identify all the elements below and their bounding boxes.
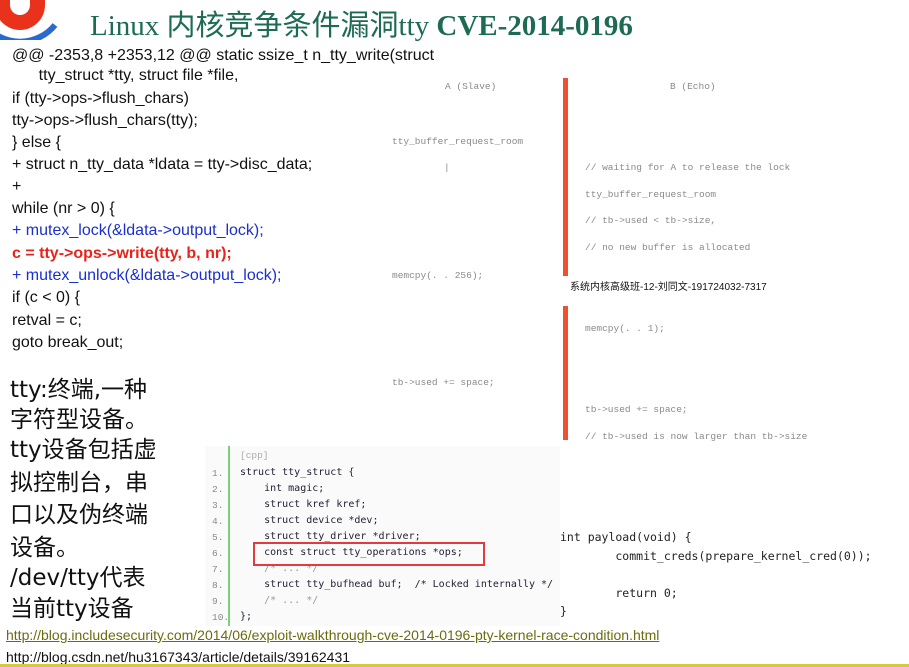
- b-line: // no new buffer is allocated: [585, 242, 751, 253]
- line-number: 7.: [212, 564, 224, 575]
- code-line: c = tty->ops->write(tty, b, nr);: [12, 245, 232, 262]
- snippet-line: struct tty_bufhead buf; /* Locked intern…: [240, 579, 554, 590]
- slide-title: Linux 内核竞争条件漏洞tty CVE-2014-0196: [90, 10, 633, 42]
- code-line: retval = c;: [12, 312, 82, 329]
- description-line: 设备。: [10, 535, 79, 561]
- code-line: while (nr > 0) {: [12, 200, 115, 217]
- description-line: tty:终端,一种: [10, 377, 148, 403]
- payload-line: int payload(void) {: [560, 530, 692, 544]
- description-line: 口以及伪终端: [10, 502, 148, 528]
- col-a-header: A (Slave): [445, 81, 497, 92]
- code-line: + mutex_unlock(&ldata->output_lock);: [12, 267, 282, 284]
- divider-bar: [563, 306, 568, 440]
- lang-label: [cpp]: [240, 450, 269, 461]
- a-line: |: [444, 162, 450, 173]
- code-line: tty->ops->flush_chars(tty);: [12, 112, 198, 129]
- code-line: + struct n_tty_data *ldata = tty->disc_d…: [12, 156, 313, 173]
- description-line: 拟控制台，串: [10, 470, 148, 496]
- description-line: tty设备包括虚: [10, 437, 157, 463]
- description-line: 当前tty设备: [10, 596, 134, 622]
- a-line: tty_buffer_request_room: [392, 136, 524, 147]
- code-line: +: [12, 178, 22, 195]
- code-line: } else {: [12, 134, 61, 151]
- line-number: 2.: [212, 484, 224, 495]
- line-number: 6.: [212, 548, 224, 559]
- description-line: /dev/tty代表: [10, 565, 146, 591]
- description-line: 字符型设备。: [10, 407, 148, 433]
- payload-line: return 0;: [560, 586, 678, 600]
- payload-line: commit_creds(prepare_kernel_cred(0));: [560, 549, 872, 563]
- snippet-line: int magic;: [240, 483, 325, 494]
- payload-line: }: [560, 604, 567, 618]
- gutter-line: [228, 446, 230, 626]
- a-line: memcpy(. . 256);: [392, 270, 484, 281]
- code-line: goto break_out;: [12, 334, 124, 351]
- logo: [0, 0, 58, 40]
- snippet-line: struct tty_driver *driver;: [240, 531, 421, 542]
- line-number: 9.: [212, 596, 224, 607]
- watermark-text: 系统内核高级班-12-刘同文-191724032-7317: [570, 282, 767, 293]
- b-line: // tb->used < tb->size,: [585, 215, 717, 226]
- code-line: @@ -2353,8 +2353,12 @@ static ssize_t n_…: [12, 47, 435, 64]
- code-line: if (c < 0) {: [12, 289, 81, 306]
- snippet-line: };: [240, 611, 253, 622]
- snippet-line: /* ... */: [240, 595, 319, 606]
- divider-bar: [563, 78, 568, 276]
- line-number: 8.: [212, 580, 224, 591]
- reference-link[interactable]: http://blog.csdn.net/hu3167343/article/d…: [6, 649, 350, 665]
- code-line: tty_struct *tty, struct file *file,: [12, 67, 239, 84]
- code-line: if (tty->ops->flush_chars): [12, 90, 189, 107]
- b-line: // tb->used is now larger than tb->size: [585, 431, 808, 442]
- line-number: 5.: [212, 532, 224, 543]
- code-line: + mutex_lock(&ldata->output_lock);: [12, 222, 264, 239]
- line-number: 10.: [212, 612, 230, 623]
- snippet-line: struct kref kref;: [240, 499, 367, 510]
- line-number: 1.: [212, 468, 224, 479]
- b-line: // waiting for A to release the lock: [585, 162, 791, 173]
- b-line: tb->used += space;: [585, 404, 688, 415]
- b-line: memcpy(. . 1);: [585, 323, 665, 334]
- line-number: 3.: [212, 500, 224, 511]
- reference-link[interactable]: http://blog.includesecurity.com/2014/06/…: [6, 627, 659, 643]
- highlight-box: [253, 542, 485, 566]
- col-b-header: B (Echo): [670, 81, 716, 92]
- a-line: tb->used += space;: [392, 377, 495, 388]
- snippet-line: struct device *dev;: [240, 515, 379, 526]
- line-number: 4.: [212, 516, 224, 527]
- b-line: tty_buffer_request_room: [585, 189, 717, 200]
- snippet-line: struct tty_struct {: [240, 467, 355, 478]
